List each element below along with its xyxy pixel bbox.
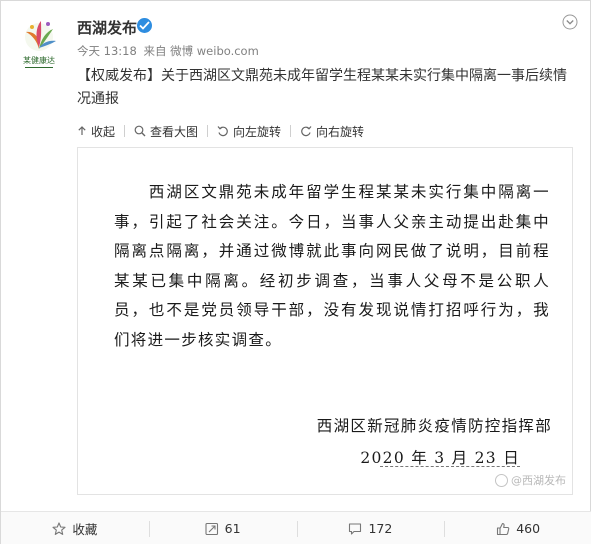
repost-count: 61	[224, 521, 241, 536]
weibo-logo-icon	[495, 473, 508, 487]
like-button[interactable]: 460	[444, 512, 591, 544]
comment-icon	[349, 522, 362, 535]
repost-button[interactable]: 61	[148, 512, 297, 544]
weibo-post-card: 某健康达 西湖发布 今天 13:18 来自 微博 weibo.com 【权威发布…	[0, 0, 591, 544]
rotate-right-label: 向右旋转	[316, 124, 365, 139]
post-image[interactable]: 西湖区文鼎苑未成年留学生程某某未实行集中隔离一事，引起了社会关注。今日，当事人父…	[77, 147, 573, 495]
rotate-left-icon	[217, 126, 228, 137]
star-icon	[52, 521, 66, 535]
favorite-button[interactable]: 收藏	[1, 512, 149, 544]
account-name[interactable]: 西湖发布	[77, 17, 137, 38]
statement-date: 2020 年 3 月 23 日	[360, 449, 520, 467]
arrow-up-icon	[78, 126, 86, 135]
collapse-label: 收起	[91, 124, 116, 139]
collapse-button[interactable]: 收起	[77, 123, 115, 140]
image-watermark: @西湖发布	[495, 472, 566, 488]
view-large-button[interactable]: 查看大图	[134, 123, 198, 140]
toolbar-divider	[124, 125, 126, 137]
watermark-text: @西湖发布	[511, 474, 566, 487]
statement-text: 西湖区文鼎苑未成年留学生程某某未实行集中隔离一事，引起了社会关注。今日，当事人父…	[114, 183, 550, 349]
favorite-label: 收藏	[72, 522, 98, 537]
action-bar: 收藏 61 172 460	[1, 511, 591, 544]
rotate-right-button[interactable]: 向右旋转	[300, 123, 364, 140]
account-avatar[interactable]: 某健康达	[15, 15, 63, 75]
post-meta: 今天 13:18 来自 微博 weibo.com	[77, 43, 262, 59]
chevron-down-icon[interactable]	[562, 14, 578, 30]
comment-button[interactable]: 172	[296, 512, 445, 544]
svg-text:某健康达: 某健康达	[23, 55, 55, 65]
comment-count: 172	[368, 521, 393, 536]
zoom-icon	[134, 125, 146, 137]
xihu-logo-icon: 某健康达	[23, 21, 56, 68]
post-tag[interactable]: 【权威发布】	[77, 68, 161, 84]
rotate-left-button[interactable]: 向左旋转	[217, 123, 281, 140]
rotate-right-icon	[301, 126, 312, 137]
thumbs-up-icon	[497, 522, 510, 535]
statement-signer: 西湖区新冠肺炎疫情防控指挥部	[316, 417, 552, 435]
post-source[interactable]: 来自 微博 weibo.com	[143, 44, 258, 58]
post-time[interactable]: 今天 13:18	[77, 44, 137, 58]
like-count: 460	[516, 521, 541, 536]
verified-icon	[137, 18, 152, 33]
toolbar-divider	[207, 125, 209, 137]
post-text: 【权威发布】关于西湖区文鼎苑未成年留学生程某某未实行集中隔离一事后续情况通报	[77, 65, 573, 111]
image-toolbar: 收起 查看大图 向左旋转 向右旋转	[77, 121, 364, 141]
toolbar-divider	[290, 125, 292, 137]
rotate-left-label: 向左旋转	[233, 124, 282, 139]
view-large-label: 查看大图	[150, 124, 199, 139]
repost-icon	[205, 522, 218, 535]
date-underline	[380, 466, 520, 467]
